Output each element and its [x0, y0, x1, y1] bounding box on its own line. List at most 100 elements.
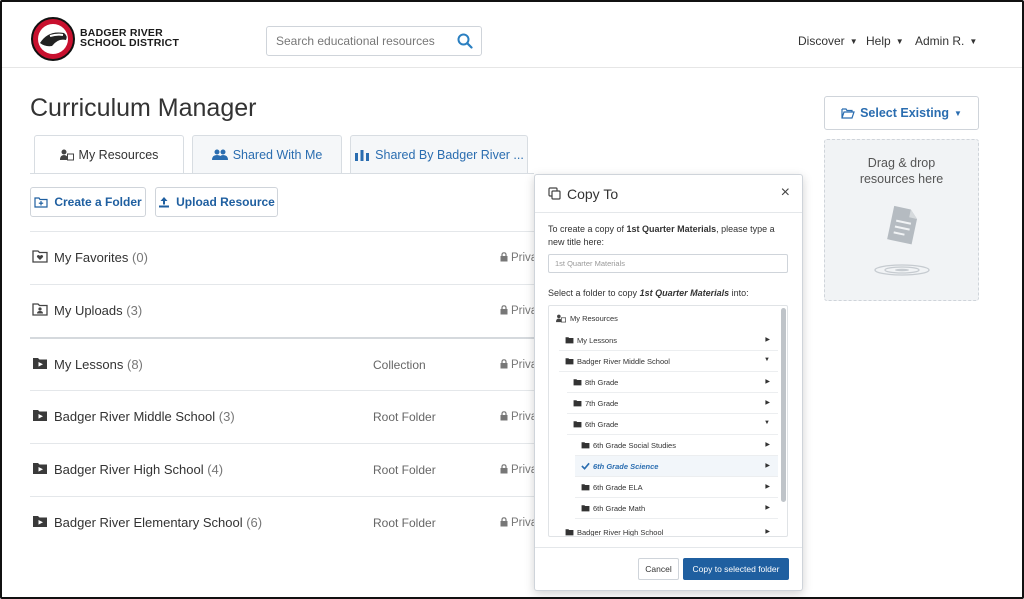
- tab-shared-with-me[interactable]: Shared With Me: [192, 135, 342, 173]
- nav-help[interactable]: Help ▼: [866, 34, 904, 48]
- copy-to-selected-folder-button[interactable]: Copy to selected folder: [683, 558, 789, 580]
- upload-icon: [159, 197, 170, 208]
- tab-shared-by-district-label: Shared By Badger River ...: [375, 147, 524, 162]
- expand-arrow-icon[interactable]: ▶: [765, 504, 770, 511]
- caret-down-icon: ▼: [849, 37, 858, 46]
- resource-name[interactable]: Badger River Elementary School (6): [54, 515, 262, 530]
- resource-count: (3): [126, 303, 143, 318]
- collapse-arrow-icon[interactable]: ▼: [764, 420, 770, 426]
- lock-icon: [500, 411, 508, 421]
- tab-shared-by-district[interactable]: Shared By Badger River ...: [350, 135, 528, 173]
- create-folder-button[interactable]: Create a Folder: [30, 187, 146, 217]
- lock-icon: [500, 359, 508, 369]
- instr-text: To create a copy of: [548, 224, 627, 234]
- nav-discover[interactable]: Discover ▼: [798, 34, 858, 48]
- upload-resource-button[interactable]: Upload Resource: [155, 187, 278, 217]
- folder-play-icon: [33, 463, 47, 474]
- resource-count: (4): [207, 462, 224, 477]
- expand-arrow-icon[interactable]: ▶: [765, 336, 770, 343]
- district-name: BADGER RIVER SCHOOL DISTRICT: [80, 28, 179, 49]
- resource-row-uploads[interactable]: My Uploads (3) Priva: [30, 284, 537, 337]
- resource-name[interactable]: My Lessons (8): [54, 357, 143, 372]
- resource-row-elementary-school[interactable]: Badger River Elementary School (6) Root …: [30, 496, 537, 549]
- tree-node-7th-grade[interactable]: 7th Grade ▶: [567, 393, 778, 414]
- select-text-end: into:: [729, 288, 749, 298]
- resource-name-text: Badger River Elementary School: [54, 515, 243, 530]
- resource-name[interactable]: Badger River Middle School (3): [54, 409, 235, 424]
- folder-heart-icon: [32, 250, 48, 263]
- resource-name[interactable]: My Uploads (3): [54, 303, 142, 318]
- lock-icon: [500, 252, 508, 262]
- drag-drop-zone[interactable]: Drag & drop resources here: [824, 139, 979, 301]
- expand-arrow-icon[interactable]: ▶: [765, 399, 770, 406]
- expand-arrow-icon[interactable]: ▶: [765, 528, 770, 535]
- select-existing-label: Select Existing: [860, 106, 949, 120]
- tree-node-my-lessons[interactable]: My Lessons ▶: [559, 330, 778, 351]
- tree-node-label: My Lessons: [577, 336, 618, 345]
- select-existing-button[interactable]: Select Existing ▼: [824, 96, 979, 130]
- dropzone-line1: Drag & drop: [867, 156, 936, 170]
- tree-node-6th-ela[interactable]: 6th Grade ELA ▶: [575, 477, 778, 498]
- nav-user-menu[interactable]: Admin R. ▼: [915, 34, 977, 48]
- privacy-label: Priva: [500, 304, 537, 317]
- district-logo[interactable]: BADGER RIVER SCHOOL DISTRICT: [30, 16, 180, 62]
- document-drop-icon: [874, 205, 930, 276]
- search-icon[interactable]: [457, 33, 473, 49]
- folder-icon: [573, 421, 582, 428]
- tree-node-my-resources[interactable]: My Resources: [549, 308, 778, 329]
- lock-icon: [500, 464, 508, 474]
- folder-play-icon: [33, 358, 47, 369]
- tree-node-6th-grade[interactable]: 6th Grade ▼: [567, 414, 778, 435]
- lock-icon: [500, 517, 508, 527]
- resource-row-high-school[interactable]: Badger River High School (4) Root Folder…: [30, 443, 537, 496]
- dropzone-text: Drag & drop resources here: [825, 155, 978, 187]
- privacy-label: Priva: [500, 358, 537, 371]
- close-icon[interactable]: ×: [781, 184, 790, 202]
- tree-node-high-school[interactable]: Badger River High School ▶: [559, 522, 778, 536]
- upload-resource-label: Upload Resource: [176, 195, 275, 209]
- expand-arrow-icon[interactable]: ▶: [765, 483, 770, 490]
- resource-name[interactable]: My Favorites (0): [54, 250, 148, 265]
- privacy-label: Priva: [500, 516, 537, 529]
- select-text: Select a folder to copy: [548, 288, 640, 298]
- tree-node-6th-science[interactable]: 6th Grade Science ▶: [575, 456, 778, 477]
- folder-user-icon: [32, 303, 48, 316]
- tree-node-6th-math[interactable]: 6th Grade Math ▶: [575, 498, 778, 519]
- tree-node-8th-grade[interactable]: 8th Grade ▶: [567, 372, 778, 393]
- resource-row-middle-school[interactable]: Badger River Middle School (3) Root Fold…: [30, 390, 537, 443]
- privacy-label: Priva: [500, 251, 537, 264]
- folder-icon: [573, 400, 582, 407]
- search-input[interactable]: [267, 27, 453, 55]
- tree-scrollbar[interactable]: [781, 308, 786, 502]
- resource-row-lessons[interactable]: My Lessons (8) Collection Priva: [30, 337, 537, 390]
- resource-name-text: My Uploads: [54, 303, 123, 318]
- nav-discover-label: Discover: [798, 34, 845, 48]
- tree-node-label: 6th Grade ELA: [593, 483, 643, 492]
- search-box: [266, 26, 482, 56]
- instr-resource-name: 1st Quarter Materials: [626, 224, 717, 234]
- resource-name-text: My Lessons: [54, 357, 124, 372]
- expand-arrow-icon[interactable]: ▶: [765, 441, 770, 448]
- resource-row-favorites[interactable]: My Favorites (0) Priva: [30, 231, 537, 284]
- collapse-arrow-icon[interactable]: ▼: [764, 357, 770, 363]
- checkmark-icon: [581, 462, 590, 470]
- tree-node-6th-social-studies[interactable]: 6th Grade Social Studies ▶: [575, 435, 778, 456]
- folder-plus-icon: [34, 197, 48, 208]
- tab-my-resources[interactable]: My Resources: [34, 135, 184, 174]
- dialog-footer: Cancel Copy to selected folder: [535, 547, 802, 591]
- lock-icon: [500, 305, 508, 315]
- tab-my-resources-label: My Resources: [78, 148, 159, 162]
- cancel-button[interactable]: Cancel: [638, 558, 679, 580]
- top-header: BADGER RIVER SCHOOL DISTRICT Discover ▼ H…: [2, 2, 1022, 68]
- folder-icon: [565, 529, 574, 536]
- create-folder-label: Create a Folder: [54, 195, 142, 209]
- copy-instructions: To create a copy of 1st Quarter Material…: [548, 223, 788, 249]
- resource-name[interactable]: Badger River High School (4): [54, 462, 223, 477]
- folder-icon: [565, 358, 574, 365]
- caret-down-icon: ▼: [895, 37, 904, 46]
- tree-node-middle-school[interactable]: Badger River Middle School ▼: [559, 351, 778, 372]
- badger-logo-icon: [31, 17, 75, 61]
- new-title-input[interactable]: [548, 254, 788, 273]
- expand-arrow-icon[interactable]: ▶: [765, 378, 770, 385]
- expand-arrow-icon[interactable]: ▶: [765, 462, 770, 469]
